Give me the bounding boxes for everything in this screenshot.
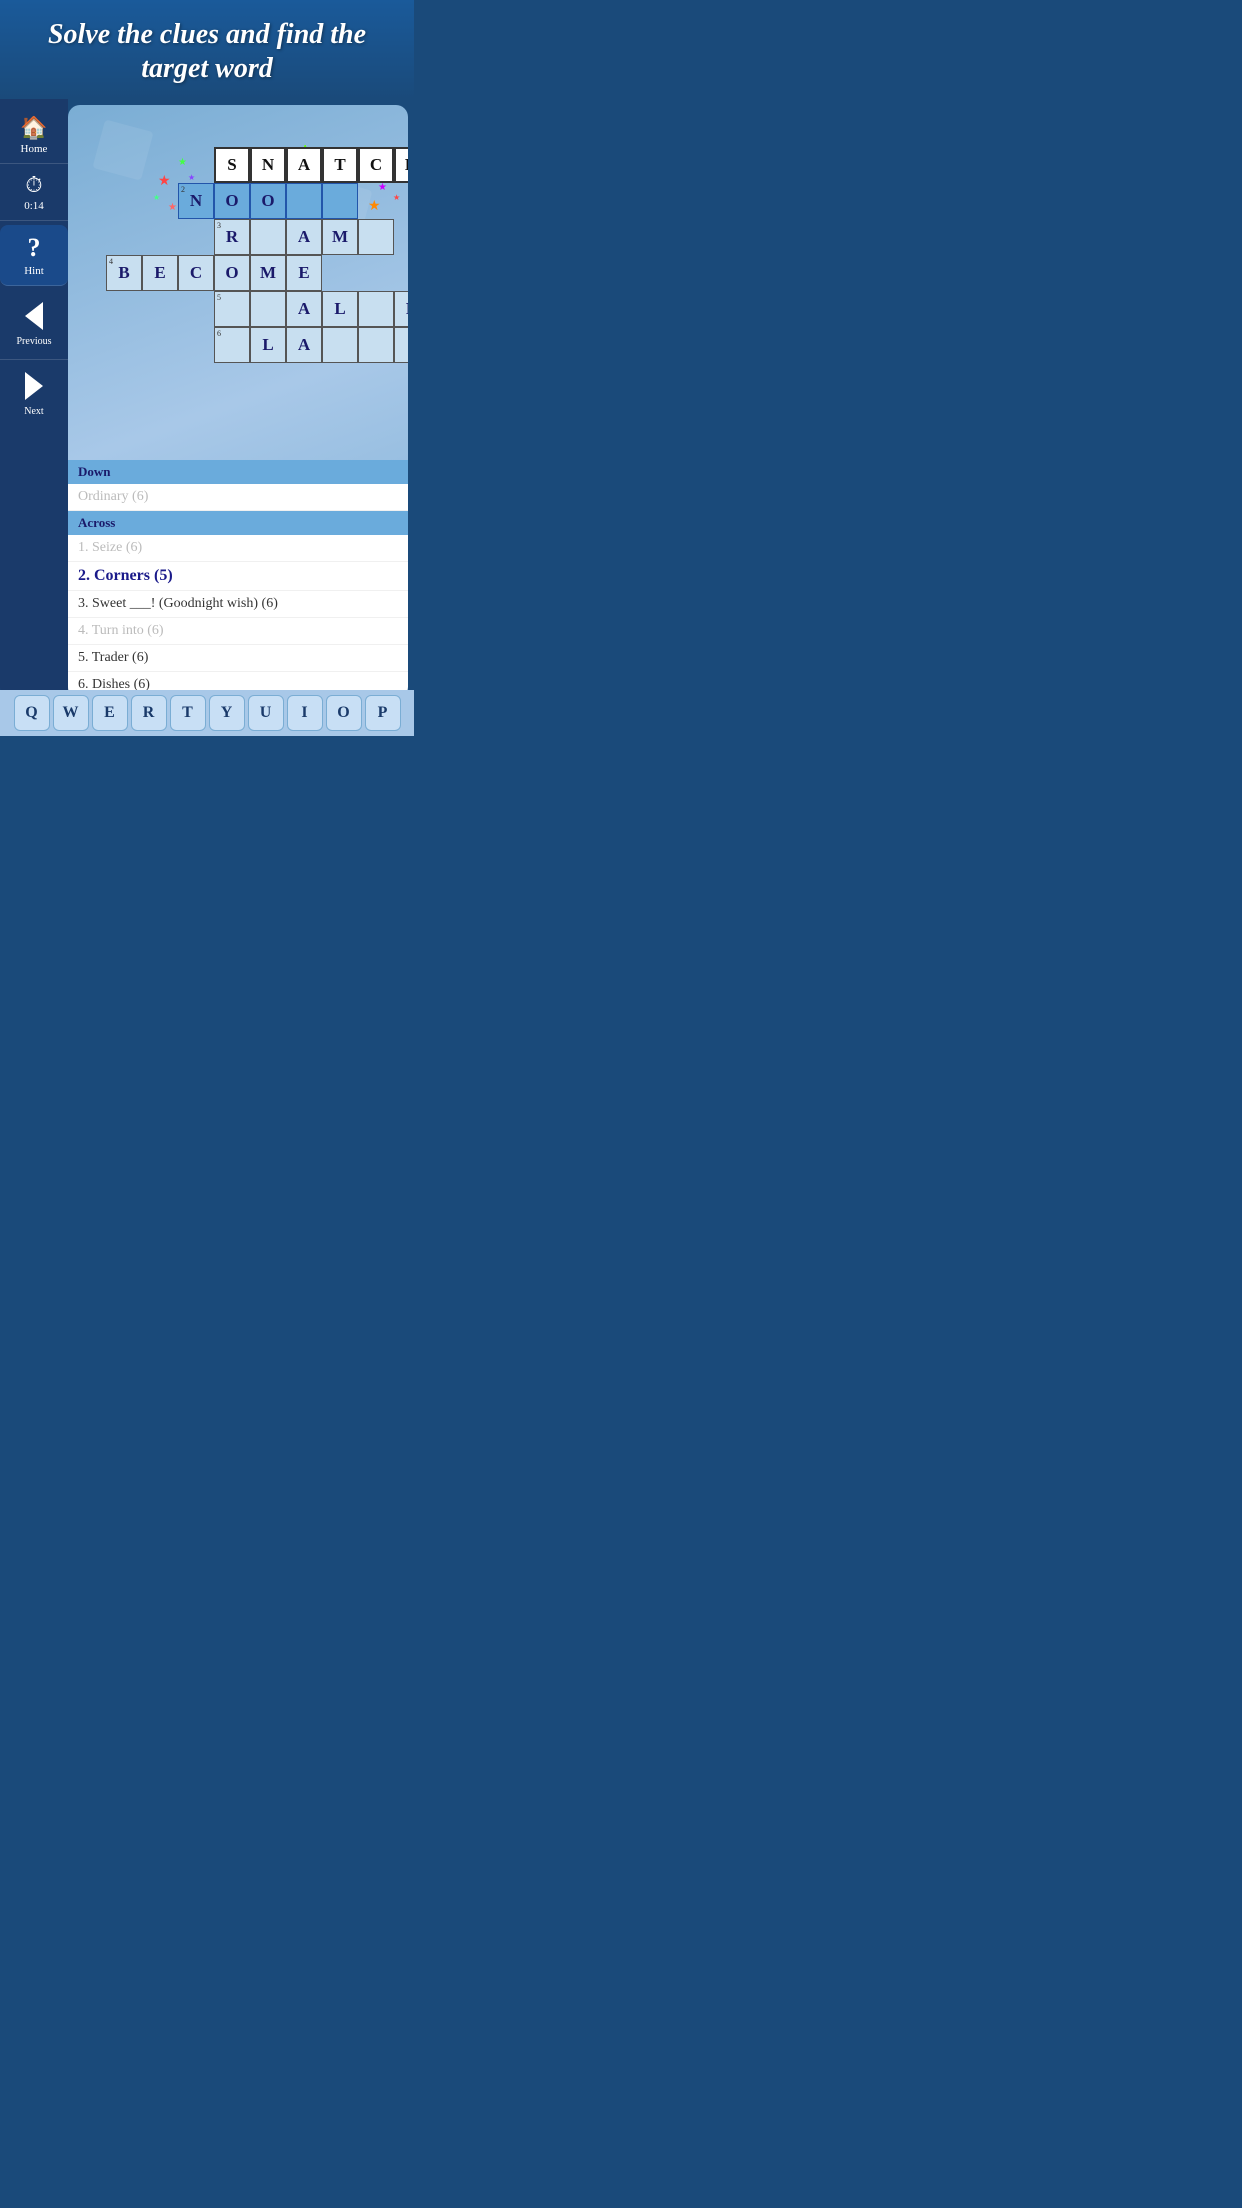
cell-6-5[interactable]: L — [250, 327, 286, 363]
key-i[interactable]: I — [287, 695, 323, 731]
cell-6-6[interactable]: A — [286, 327, 322, 363]
cell-2-7[interactable] — [322, 183, 358, 219]
crossword-board[interactable]: ★ ★ ★ ★ ★ ★ ★ ★ ★ ★ ★ ★ ★ ★ ★ — [68, 105, 408, 460]
down-clue-1[interactable]: Ordinary (6) — [68, 484, 408, 511]
key-w[interactable]: W — [53, 695, 89, 731]
key-q[interactable]: Q — [14, 695, 50, 731]
header-title: Solve the clues and find the target word — [20, 18, 394, 85]
cell-2-4[interactable]: O — [214, 183, 250, 219]
cell-1-6[interactable]: A — [286, 147, 322, 183]
next-arrow-icon — [25, 372, 43, 400]
cell-3-4[interactable]: 3 R — [214, 219, 250, 255]
cell-5-8[interactable] — [358, 291, 394, 327]
sidebar: 🏠 Home ⏱ 0:14 ? Hint Previous Next — [0, 99, 68, 699]
cell-3-7[interactable]: M — [322, 219, 358, 255]
timer-icon: ⏱ — [25, 172, 42, 198]
keyboard: Q W E R T Y U I O P — [0, 690, 414, 736]
across-clue-3[interactable]: 3. Sweet ___! (Goodnight wish) (6) — [68, 591, 408, 618]
cell-3-8[interactable] — [358, 219, 394, 255]
cell-6-9[interactable] — [394, 327, 408, 363]
next-label: Next — [24, 406, 43, 417]
timer-value: 0:14 — [24, 200, 44, 212]
clues-section: Down Ordinary (6) Across 1. Seize (6) 2.… — [68, 460, 408, 699]
key-p[interactable]: P — [365, 695, 401, 731]
hint-label: Hint — [24, 265, 44, 277]
cell-6-8[interactable] — [358, 327, 394, 363]
cell-1-4[interactable]: S — [214, 147, 250, 183]
key-t[interactable]: T — [170, 695, 206, 731]
home-icon: 🏠 — [20, 115, 47, 141]
cell-1-8[interactable]: C — [358, 147, 394, 183]
grid-row-6: 6 L A — [106, 327, 408, 363]
key-u[interactable]: U — [248, 695, 284, 731]
key-r[interactable]: R — [131, 695, 167, 731]
timer-display: ⏱ 0:14 — [0, 164, 68, 221]
across-header: Across — [68, 511, 408, 535]
down-clue-1-text: Ordinary (6) — [78, 489, 148, 504]
hint-button[interactable]: ? Hint — [0, 225, 68, 286]
across-clue-1-text: 1. Seize (6) — [78, 540, 142, 555]
across-clue-1[interactable]: 1. Seize (6) — [68, 535, 408, 562]
previous-label: Previous — [17, 336, 52, 347]
cell-6-7[interactable] — [322, 327, 358, 363]
header: Solve the clues and find the target word — [0, 0, 414, 99]
grid-row-1: S N A T C H — [106, 147, 408, 183]
across-clue-4-text: 4. Turn into (6) — [78, 623, 164, 638]
key-y[interactable]: Y — [209, 695, 245, 731]
home-label: Home — [21, 143, 48, 155]
cell-2-5[interactable]: O — [250, 183, 286, 219]
cell-1-5[interactable]: N — [250, 147, 286, 183]
cell-5-9[interactable]: R — [394, 291, 408, 327]
cell-1-9[interactable]: H — [394, 147, 408, 183]
key-o[interactable]: O — [326, 695, 362, 731]
grid-row-2: 2 N O O — [106, 183, 408, 219]
key-e[interactable]: E — [92, 695, 128, 731]
next-button[interactable]: Next — [0, 360, 68, 429]
crossword-grid[interactable]: S N A T C H 2 N — [106, 147, 408, 363]
cell-4-2[interactable]: E — [142, 255, 178, 291]
cell-2-3[interactable]: 2 N — [178, 183, 214, 219]
cell-6-4[interactable]: 6 — [214, 327, 250, 363]
down-header: Down — [68, 460, 408, 484]
grid-row-3: 3 R A M — [106, 219, 408, 255]
across-clue-5-text: 5. Trader (6) — [78, 650, 148, 665]
cell-3-5[interactable] — [250, 219, 286, 255]
across-clue-5[interactable]: 5. Trader (6) — [68, 645, 408, 672]
hint-icon: ? — [28, 233, 41, 263]
previous-arrow-icon — [25, 302, 43, 330]
cell-3-6[interactable]: A — [286, 219, 322, 255]
cell-5-4[interactable]: 5 — [214, 291, 250, 327]
grid-row-5: 5 A L R — [106, 291, 408, 327]
cell-5-6[interactable]: A — [286, 291, 322, 327]
across-clue-3-text: 3. Sweet ___! (Goodnight wish) (6) — [78, 596, 278, 611]
cell-1-7[interactable]: T — [322, 147, 358, 183]
cell-4-1[interactable]: 4 B — [106, 255, 142, 291]
cell-5-7[interactable]: L — [322, 291, 358, 327]
cell-4-6[interactable]: E — [286, 255, 322, 291]
previous-button[interactable]: Previous — [0, 290, 68, 360]
grid-row-4: 4 B E C O M E — [106, 255, 408, 291]
cell-5-5[interactable] — [250, 291, 286, 327]
home-button[interactable]: 🏠 Home — [0, 107, 68, 164]
cell-4-4[interactable]: O — [214, 255, 250, 291]
across-clue-2-text: 2. Corners (5) — [78, 567, 173, 584]
cell-4-5[interactable]: M — [250, 255, 286, 291]
across-clue-2[interactable]: 2. Corners (5) — [68, 562, 408, 591]
cell-2-6[interactable] — [286, 183, 322, 219]
across-clue-4[interactable]: 4. Turn into (6) — [68, 618, 408, 645]
cell-4-3[interactable]: C — [178, 255, 214, 291]
